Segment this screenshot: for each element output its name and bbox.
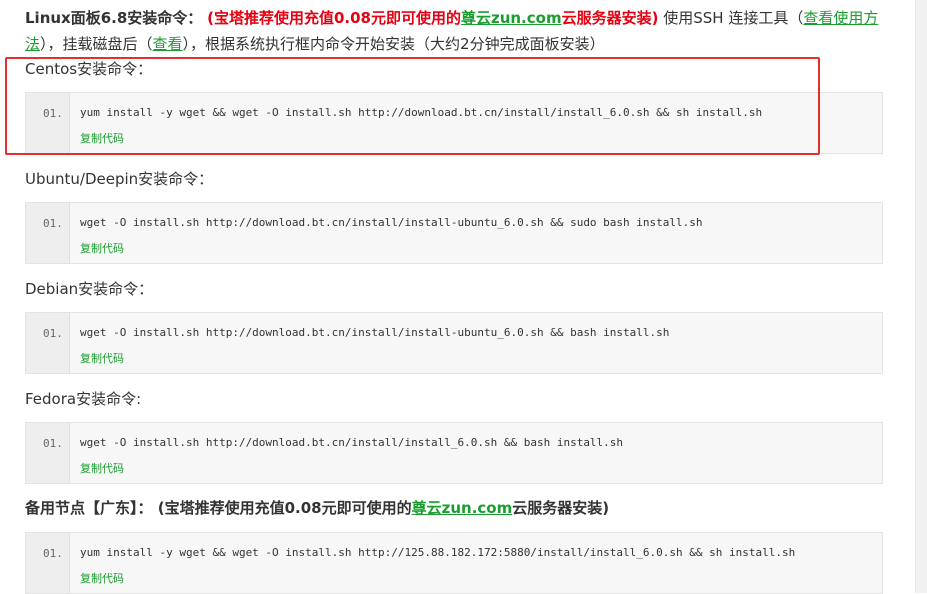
centos-label: Centos安装命令： bbox=[25, 60, 153, 78]
backup-promo-close: 云服务器安装) bbox=[512, 499, 610, 517]
copy-code-button[interactable]: 复制代码 bbox=[80, 350, 124, 366]
line-number: 01. bbox=[43, 547, 63, 560]
backup-command[interactable]: yum install -y wget && wget -O install.s… bbox=[80, 546, 795, 559]
centos-command[interactable]: yum install -y wget && wget -O install.s… bbox=[80, 106, 762, 119]
vertical-scrollbar[interactable] bbox=[915, 0, 927, 593]
line-gutter bbox=[26, 313, 70, 373]
copy-code-button[interactable]: 复制代码 bbox=[80, 130, 124, 146]
intro-paragraph: Linux面板6.8安装命令： (宝塔推荐使用充值0.08元即可使用的尊云zun… bbox=[25, 5, 895, 57]
backup-lead: 备用节点【广东】： bbox=[25, 499, 153, 517]
intro-lead: Linux面板6.8安装命令： bbox=[25, 9, 203, 27]
ubuntu-label: Ubuntu/Deepin安装命令： bbox=[25, 170, 214, 188]
line-gutter bbox=[26, 533, 70, 593]
backup-node-heading: 备用节点【广东】： (宝塔推荐使用充值0.08元即可使用的尊云zun.com云服… bbox=[25, 498, 609, 518]
debian-code-block: 01. wget -O install.sh http://download.b… bbox=[25, 312, 883, 374]
fedora-code-block: 01. wget -O install.sh http://download.b… bbox=[25, 422, 883, 484]
line-gutter bbox=[26, 423, 70, 483]
line-number: 01. bbox=[43, 327, 63, 340]
line-gutter bbox=[26, 93, 70, 153]
copy-code-button[interactable]: 复制代码 bbox=[80, 570, 124, 586]
line-number: 01. bbox=[43, 107, 63, 120]
ubuntu-code-block: 01. wget -O install.sh http://download.b… bbox=[25, 202, 883, 264]
intro-text-1: 使用SSH 连接工具（ bbox=[663, 9, 804, 27]
backup-brand-link[interactable]: 尊云zun.com bbox=[412, 499, 513, 517]
debian-label: Debian安装命令： bbox=[25, 280, 154, 298]
centos-code-block: 01. yum install -y wget && wget -O insta… bbox=[25, 92, 883, 154]
backup-code-block: 01. yum install -y wget && wget -O insta… bbox=[25, 532, 883, 594]
intro-promo-close: 云服务器安装) bbox=[561, 9, 659, 27]
backup-promo-open: (宝塔推荐使用充值0.08元即可使用的 bbox=[157, 499, 412, 517]
fedora-command[interactable]: wget -O install.sh http://download.bt.cn… bbox=[80, 436, 623, 449]
copy-code-button[interactable]: 复制代码 bbox=[80, 240, 124, 256]
intro-brand-link[interactable]: 尊云zun.com bbox=[461, 9, 562, 27]
intro-text-2: ），挂载磁盘后（ bbox=[40, 35, 153, 53]
fedora-label: Fedora安装命令: bbox=[25, 390, 142, 408]
line-number: 01. bbox=[43, 437, 63, 450]
ubuntu-command[interactable]: wget -O install.sh http://download.bt.cn… bbox=[80, 216, 703, 229]
copy-code-button[interactable]: 复制代码 bbox=[80, 460, 124, 476]
line-number: 01. bbox=[43, 217, 63, 230]
intro-text-3: ），根据系统执行框内命令开始安装（大约2分钟完成面板安装） bbox=[182, 35, 605, 53]
line-gutter bbox=[26, 203, 70, 263]
disk-view-link[interactable]: 查看 bbox=[153, 35, 183, 53]
debian-command[interactable]: wget -O install.sh http://download.bt.cn… bbox=[80, 326, 669, 339]
intro-promo-open: (宝塔推荐使用充值0.08元即可使用的 bbox=[207, 9, 461, 27]
